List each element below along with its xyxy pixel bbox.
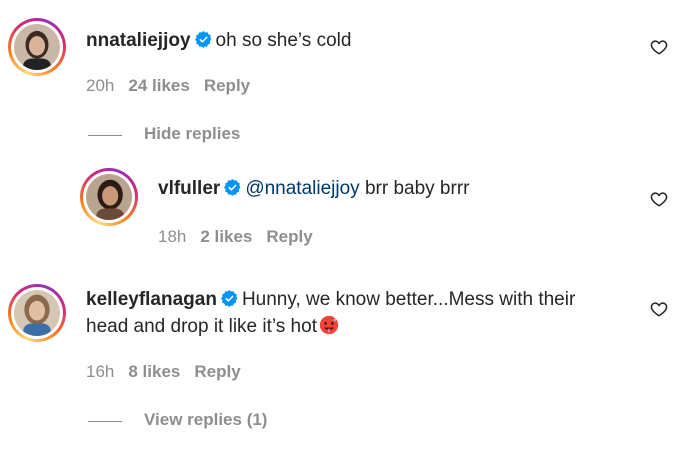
comment-text-continued: head and drop it like it’s hot	[86, 316, 317, 337]
reply-button[interactable]: Reply	[204, 76, 250, 95]
reply-button[interactable]: Reply	[266, 227, 312, 246]
likes-count[interactable]: 8 likes	[128, 362, 180, 381]
hide-replies-button[interactable]: Hide replies	[144, 124, 240, 144]
username[interactable]: kelleyflanagan	[86, 289, 217, 310]
heart-icon[interactable]	[650, 300, 668, 318]
heart-icon[interactable]	[650, 190, 668, 208]
avatar[interactable]	[8, 18, 66, 76]
comment-time: 18h	[158, 227, 187, 246]
comment-text: brr baby brrr	[359, 178, 470, 199]
avatar[interactable]	[80, 168, 138, 226]
verified-badge-icon	[194, 31, 211, 48]
thread-line	[88, 135, 122, 136]
thread-line	[88, 421, 122, 422]
mention-link[interactable]: @nnataliejjoy	[245, 178, 359, 199]
verified-badge-icon	[224, 179, 241, 196]
avatar[interactable]	[8, 284, 66, 342]
comment-text: oh so she’s cold	[215, 30, 352, 51]
reply-button[interactable]: Reply	[194, 362, 240, 381]
likes-count[interactable]: 2 likes	[200, 227, 252, 246]
verified-badge-icon	[220, 290, 238, 307]
comment-text: Hunny, we know better...Mess with their	[241, 289, 576, 310]
comment-time: 16h	[86, 362, 115, 381]
likes-count[interactable]: 24 likes	[128, 76, 189, 95]
username[interactable]: vlfuller	[158, 178, 220, 199]
view-replies-button[interactable]: View replies (1)	[144, 410, 267, 430]
heart-icon[interactable]	[650, 38, 668, 56]
username[interactable]: nnataliejjoy	[86, 30, 191, 51]
hot-face-emoji	[319, 315, 339, 335]
comment-time: 20h	[86, 76, 115, 95]
